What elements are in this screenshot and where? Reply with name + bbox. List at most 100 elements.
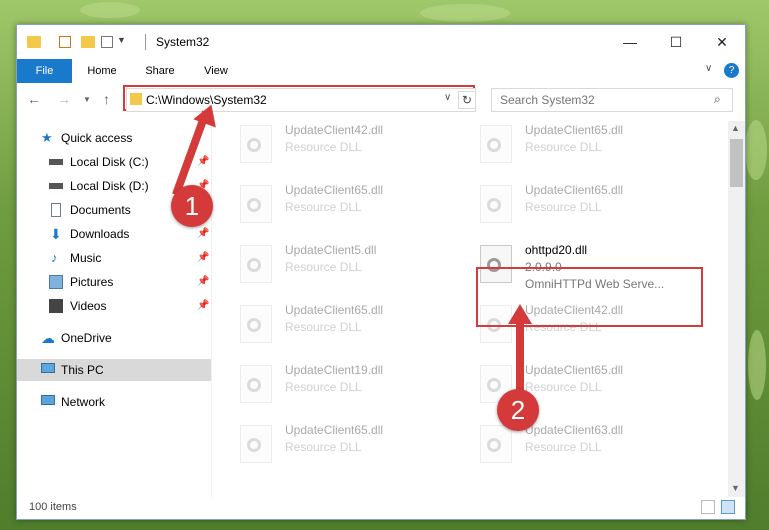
- computer-icon: [41, 363, 55, 373]
- pin-icon[interactable]: 📌: [197, 151, 209, 173]
- file-description: Resource DLL: [285, 260, 362, 274]
- dll-file-icon: [240, 125, 272, 163]
- sidebar-item-music[interactable]: ♪ Music 📌: [17, 247, 211, 269]
- back-arrow-icon[interactable]: ←: [27, 91, 41, 107]
- scroll-up-icon[interactable]: ▲: [731, 123, 740, 133]
- gear-icon: [247, 438, 261, 452]
- sidebar-item-label: Network: [61, 395, 106, 409]
- sidebar-item-quick-access[interactable]: ★ Quick access: [17, 127, 211, 149]
- file-name: UpdateClient65.dll: [285, 423, 384, 437]
- dll-file-icon: [240, 365, 272, 403]
- search-input[interactable]: [498, 92, 702, 108]
- list-item[interactable]: UpdateClient65.dll Resource DLL: [452, 361, 682, 417]
- expand-ribbon-icon[interactable]: ∨: [705, 63, 712, 74]
- status-bar: 100 items: [17, 497, 745, 519]
- close-button[interactable]: ✕: [699, 25, 745, 59]
- title-bar: ▼ System32 — ☐ ✕: [17, 25, 745, 59]
- tiles-view-icon[interactable]: [721, 500, 735, 514]
- annotation-badge-1: 1: [171, 185, 213, 227]
- sidebar-item-label: Pictures: [70, 275, 114, 289]
- file-description: Resource DLL: [525, 380, 602, 394]
- file-description: Resource DLL: [525, 200, 602, 214]
- ribbon-tabs: File Home Share View ∨ ?: [17, 59, 745, 84]
- gear-icon: [247, 258, 261, 272]
- list-item[interactable]: UpdateClient65.dll Resource DLL: [452, 181, 682, 237]
- maximize-button[interactable]: ☐: [653, 25, 699, 59]
- new-folder-icon[interactable]: [81, 36, 95, 48]
- tab-home[interactable]: Home: [79, 59, 125, 83]
- pin-icon[interactable]: 📌: [197, 295, 209, 317]
- list-item[interactable]: UpdateClient19.dll Resource DLL: [212, 361, 442, 417]
- forward-arrow-icon[interactable]: →: [57, 91, 71, 107]
- up-arrow-icon[interactable]: ↑: [103, 91, 110, 107]
- pin-icon[interactable]: 📌: [197, 223, 209, 245]
- list-item[interactable]: UpdateClient65.dll Resource DLL: [452, 121, 682, 177]
- star-icon: ★: [41, 130, 53, 145]
- scroll-down-icon[interactable]: ▼: [731, 483, 740, 493]
- sidebar-item-label: OneDrive: [61, 331, 112, 345]
- gear-icon: [487, 438, 501, 452]
- dll-file-icon: [480, 425, 512, 463]
- tab-file[interactable]: File: [17, 59, 72, 83]
- sidebar-item-videos[interactable]: Videos 📌: [17, 295, 211, 317]
- folder-icon: [130, 93, 142, 105]
- sidebar-item-network[interactable]: Network: [17, 391, 211, 413]
- picture-icon: [49, 275, 63, 289]
- list-item[interactable]: UpdateClient65.dll Resource DLL: [212, 421, 442, 477]
- sidebar-item-label: Downloads: [70, 227, 130, 241]
- annotation-arrowhead-2: [508, 304, 532, 324]
- file-description: Resource DLL: [525, 440, 602, 454]
- background-leaf: [80, 2, 140, 18]
- sidebar-item-label: Local Disk (D:): [70, 179, 149, 193]
- minimize-button[interactable]: —: [607, 25, 653, 59]
- list-item[interactable]: UpdateClient42.dll Resource DLL: [212, 121, 442, 177]
- tab-share[interactable]: Share: [137, 59, 183, 83]
- sidebar-item-label: Quick access: [61, 131, 133, 145]
- search-icon[interactable]: ⌕: [714, 92, 721, 107]
- dll-file-icon: [240, 425, 272, 463]
- chevron-down-icon[interactable]: ▼: [117, 35, 126, 45]
- chevron-down-icon[interactable]: ∨: [444, 92, 451, 103]
- gear-icon: [247, 198, 261, 212]
- details-view-icon[interactable]: [701, 500, 715, 514]
- sidebar-item-pictures[interactable]: Pictures 📌: [17, 271, 211, 293]
- document-icon: [51, 203, 61, 217]
- gear-icon: [487, 378, 501, 392]
- customize-toolbar-icon[interactable]: [101, 36, 113, 48]
- sidebar-item-downloads[interactable]: ⬇ Downloads 📌: [17, 223, 211, 245]
- scroll-thumb[interactable]: [730, 139, 743, 187]
- dll-file-icon: [480, 125, 512, 163]
- pin-icon[interactable]: 📌: [197, 247, 209, 269]
- list-item[interactable]: UpdateClient5.dll Resource DLL: [212, 241, 442, 297]
- search-box[interactable]: ⌕: [491, 88, 733, 112]
- gear-icon: [247, 378, 261, 392]
- help-icon[interactable]: ?: [724, 63, 739, 78]
- list-item[interactable]: UpdateClient65.dll Resource DLL: [212, 181, 442, 237]
- title-separator: [145, 34, 146, 50]
- recent-locations-icon[interactable]: ▼: [83, 95, 91, 104]
- sidebar-item-onedrive[interactable]: ☁ OneDrive: [17, 327, 211, 349]
- list-item[interactable]: UpdateClient65.dll Resource DLL: [212, 301, 442, 357]
- gear-icon: [247, 318, 261, 332]
- cloud-icon: ☁: [41, 330, 55, 346]
- sidebar-item-this-pc[interactable]: This PC: [17, 359, 211, 381]
- file-description: Resource DLL: [285, 140, 362, 154]
- dll-file-icon: [240, 185, 272, 223]
- file-name: UpdateClient5.dll: [285, 243, 377, 257]
- drive-icon: [49, 183, 63, 189]
- dll-file-icon: [240, 305, 272, 343]
- music-note-icon: ♪: [51, 250, 58, 265]
- refresh-icon[interactable]: ↻: [458, 91, 476, 109]
- navigation-bar: ← → ▼ ↑ C:\Windows\System32 ∨ ↻ ⌕: [17, 83, 745, 117]
- tab-view[interactable]: View: [193, 59, 239, 83]
- window-title: System32: [156, 35, 210, 49]
- pin-icon[interactable]: 📌: [197, 271, 209, 293]
- properties-icon[interactable]: [59, 36, 71, 48]
- list-item[interactable]: UpdateClient63.dll Resource DLL: [452, 421, 682, 477]
- file-name: UpdateClient65.dll: [525, 123, 624, 137]
- address-bar[interactable]: C:\Windows\System32 ∨: [126, 88, 476, 112]
- sidebar-item-label: Documents: [70, 203, 131, 217]
- file-description: Resource DLL: [285, 320, 362, 334]
- vertical-scrollbar[interactable]: ▲ ▼: [728, 121, 745, 497]
- file-name: UpdateClient65.dll: [525, 363, 624, 377]
